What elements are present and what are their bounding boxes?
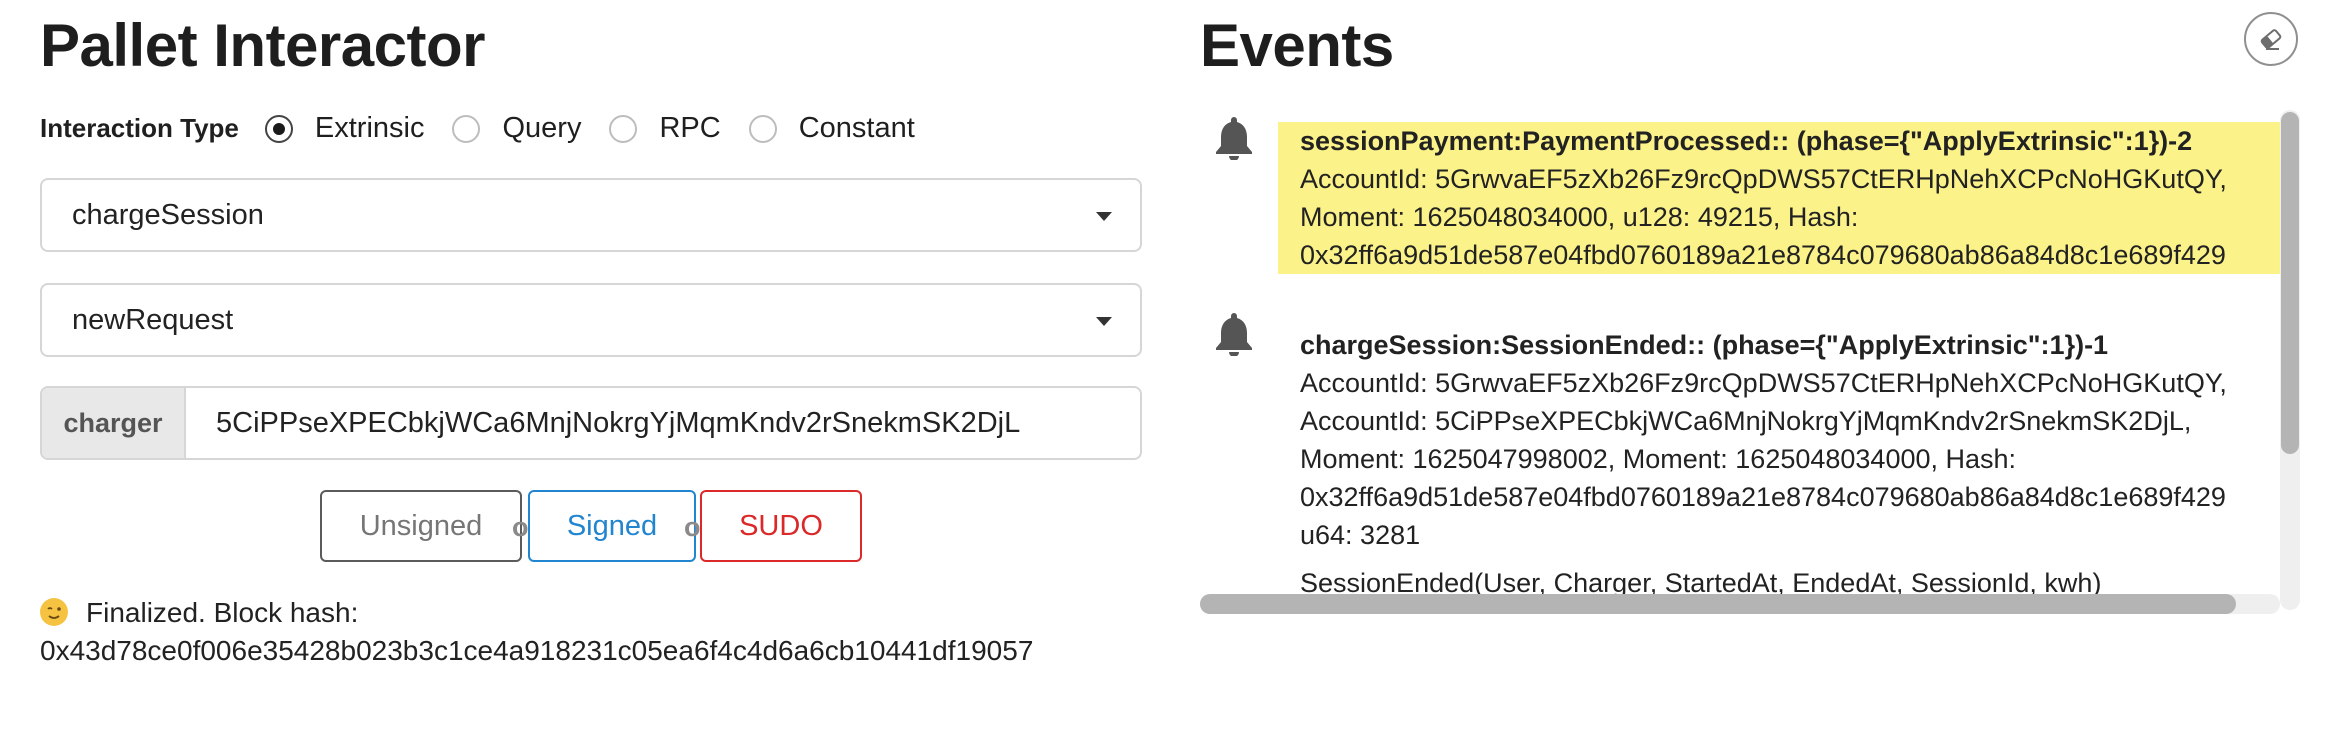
dropdown-caret-icon [1096,212,1112,221]
event-line: 0x32ff6a9d51de587e04fbd0760189a21e8784c0… [1300,240,2226,270]
event-line: AccountId: 5GrwvaEF5zXb26Fz9rcQpDWS57CtE… [1300,164,2227,194]
radio-constant[interactable]: Constant [748,112,915,145]
radio-rpc-label: RPC [659,112,721,144]
pallet-select-value: chargeSession [72,198,264,231]
winking-face-emoji-icon [40,598,68,626]
radio-rpc-circle[interactable] [609,114,638,143]
bell-icon [1216,117,1252,160]
radio-extrinsic[interactable]: Extrinsic [264,112,425,145]
tx-status: Finalized. Block hash: 0x43d78ce0f006e35… [40,594,1033,670]
event-line: Moment: 1625047998002, Moment: 162504803… [1300,444,2017,474]
events-vertical-scroll-thumb[interactable] [2281,112,2299,454]
radio-rpc[interactable]: RPC [609,112,721,145]
radio-extrinsic-label: Extrinsic [314,112,425,144]
charger-input[interactable]: 5CiPPseXPECbkjWCa6MnjNokrgYjMqmKndv2rSne… [186,388,1140,458]
callable-select-value: newRequest [72,303,234,336]
radio-query-label: Query [502,112,582,144]
callable-select[interactable]: newRequest [40,283,1142,357]
radio-extrinsic-circle[interactable] [264,114,293,143]
events-horizontal-scroll-thumb[interactable] [1200,594,2236,614]
sudo-button[interactable]: SUDO [700,490,862,562]
charger-input-group: charger 5CiPPseXPECbkjWCa6MnjNokrgYjMqmK… [40,386,1142,460]
eraser-icon [2260,29,2282,50]
event-line: AccountId: 5CiPPseXPECbkjWCa6MnjNokrgYjM… [1300,406,2192,436]
event-body: chargeSession:SessionEnded:: (phase={"Ap… [1278,326,2282,602]
events-feed[interactable]: sessionPayment:PaymentProcessed:: (phase… [1200,108,2282,614]
dropdown-caret-icon [1096,317,1112,326]
event-line: AccountId: 5GrwvaEF5zXb26Fz9rcQpDWS57CtE… [1300,368,2227,398]
events-title: Events [1200,12,1394,79]
clear-events-button[interactable] [2244,12,2298,66]
event-line: 0x32ff6a9d51de587e04fbd0760189a21e8784c0… [1300,482,2226,512]
radio-query-circle[interactable] [452,114,481,143]
bell-icon [1216,313,1252,356]
block-hash: 0x43d78ce0f006e35428b023b3c1ce4a918231c0… [40,635,1034,666]
interaction-type-label: Interaction Type [40,113,239,143]
status-text: Finalized. Block hash: [86,597,359,628]
radio-constant-label: Constant [798,112,915,144]
event-line: u64: 3281 [1300,520,1421,550]
signed-button[interactable]: Signed [528,490,696,562]
event-header: sessionPayment:PaymentProcessed:: (phase… [1300,126,2193,156]
radio-constant-circle[interactable] [748,114,777,143]
charger-input-label: charger [42,388,186,458]
event-header: chargeSession:SessionEnded:: (phase={"Ap… [1300,330,2109,360]
pallet-select[interactable]: chargeSession [40,178,1142,252]
radio-query[interactable]: Query [452,112,581,145]
unsigned-button[interactable]: Unsigned [320,490,522,562]
interaction-type-row: Interaction Type Extrinsic Query RPC Con… [40,112,943,145]
event-line: Moment: 1625048034000, u128: 49215, Hash… [1300,202,1859,232]
event-body-highlighted: sessionPayment:PaymentProcessed:: (phase… [1278,122,2282,274]
pallet-interactor-title: Pallet Interactor [40,12,486,79]
